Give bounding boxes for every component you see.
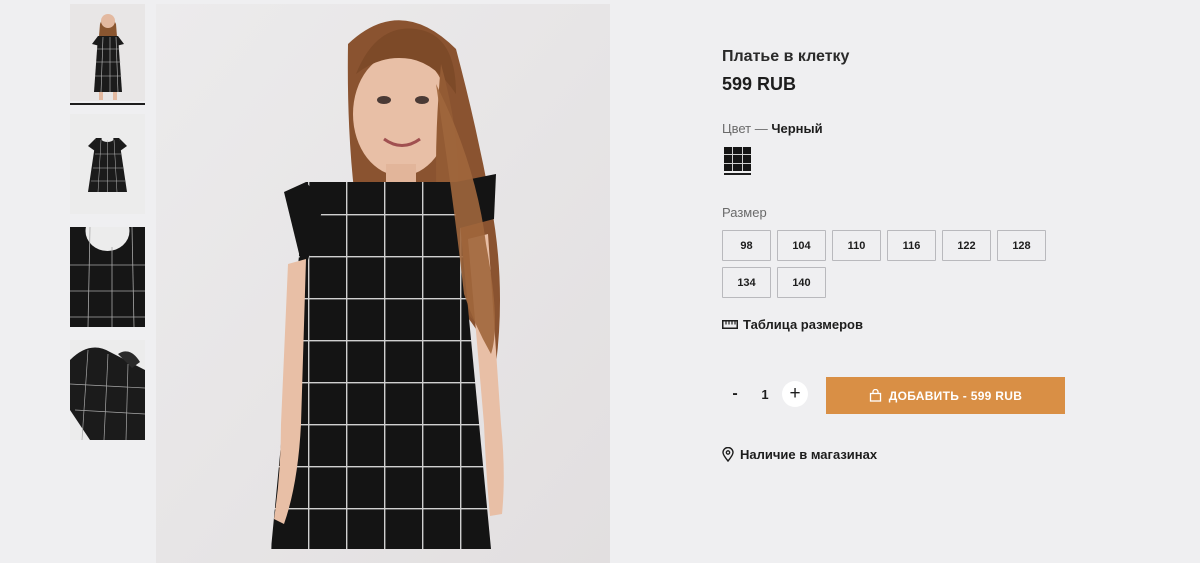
add-to-cart-label: ДОБАВИТЬ - 599 RUB (888, 388, 1023, 403)
size-option[interactable]: 110 (832, 230, 881, 261)
quantity-decrease-button[interactable]: - (722, 381, 748, 407)
size-option[interactable]: 116 (887, 230, 936, 261)
thumbnail-ruffle-detail-image (70, 340, 145, 440)
store-availability-label: Наличие в магазинах (740, 447, 878, 462)
color-label-row: Цвет — Черный (722, 121, 823, 136)
color-swatch-black[interactable] (724, 147, 751, 175)
size-option[interactable]: 122 (942, 230, 991, 261)
size-option[interactable]: 134 (722, 267, 771, 298)
thumbnail-full-model-image (70, 4, 145, 101)
size-table-label: Таблица размеров (743, 317, 863, 332)
ruler-icon (722, 320, 738, 329)
size-table-link[interactable]: Таблица размеров (722, 317, 863, 332)
thumbnail-full-model[interactable] (70, 4, 145, 105)
product-title: Платье в клетку (722, 48, 850, 65)
quantity-stepper: - 1 + (722, 381, 808, 407)
color-value: Черный (771, 121, 823, 136)
thumbnail-collar-detail[interactable] (70, 227, 145, 327)
size-label: Размер (722, 205, 767, 220)
size-options: 98 104 110 116 122 128 134 140 (722, 230, 1067, 298)
thumbnail-gallery (70, 4, 146, 453)
quantity-increase-button[interactable]: + (782, 381, 808, 407)
color-swatch-selected-indicator (724, 173, 751, 175)
thumbnail-flat-dress[interactable] (70, 114, 145, 214)
color-label: Цвет — (722, 121, 772, 136)
add-to-cart-button[interactable]: ДОБАВИТЬ - 599 RUB (826, 377, 1065, 414)
product-price: 599 RUB (722, 74, 797, 94)
size-option[interactable]: 128 (997, 230, 1046, 261)
location-pin-icon (722, 447, 734, 462)
thumbnail-ruffle-detail[interactable] (70, 340, 145, 440)
color-swatch-pattern (724, 147, 751, 171)
thumbnail-collar-detail-image (70, 227, 145, 327)
thumbnail-flat-dress-image (70, 114, 145, 214)
quantity-value: 1 (761, 386, 769, 402)
size-option[interactable]: 140 (777, 267, 826, 298)
size-option[interactable]: 98 (722, 230, 771, 261)
store-availability-link[interactable]: Наличие в магазинах (722, 447, 877, 462)
bag-icon (869, 389, 881, 402)
main-product-image[interactable] (156, 4, 610, 563)
size-option[interactable]: 104 (777, 230, 826, 261)
main-product-photo (156, 4, 610, 563)
